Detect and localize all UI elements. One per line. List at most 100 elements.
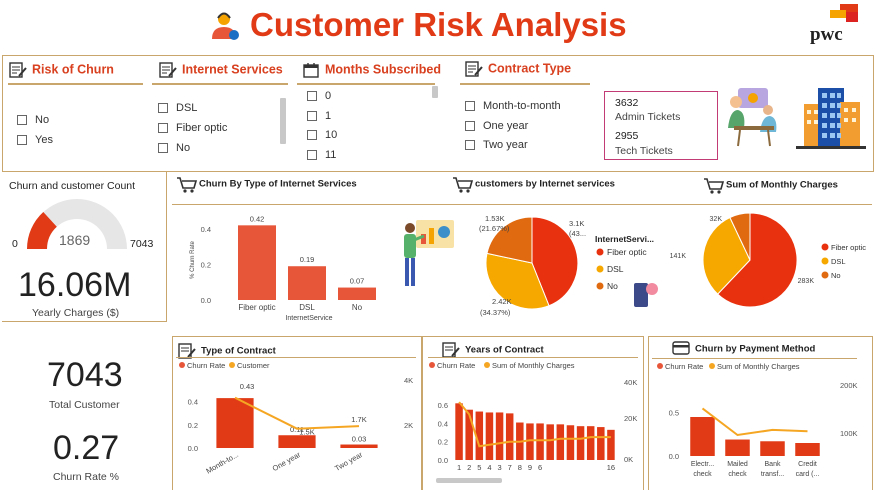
checkbox[interactable] xyxy=(158,103,168,113)
bar xyxy=(586,426,595,460)
x-axis-label: InternetService xyxy=(285,315,332,322)
x-tick-label: One year xyxy=(271,450,303,473)
slicer-option-two-year[interactable]: Two year xyxy=(465,139,528,151)
legend-marker xyxy=(821,243,829,251)
legend-marker xyxy=(709,363,715,369)
pwc-logo: pwc xyxy=(806,4,862,45)
slicer-option-yes[interactable]: Yes xyxy=(17,134,53,146)
header-icon xyxy=(208,9,240,41)
y-tick-label: 0.2 xyxy=(188,421,198,430)
total-customer-value: 7043 xyxy=(47,356,123,394)
checkbox[interactable] xyxy=(307,111,317,121)
checkbox[interactable] xyxy=(17,115,27,125)
slicer-option-monthly[interactable]: Month-to-month xyxy=(465,100,561,112)
bar xyxy=(725,439,750,456)
legend-label: Churn Rate xyxy=(665,362,703,371)
cart-icon xyxy=(176,176,198,193)
x-tick-label: Fiber optic xyxy=(238,303,275,312)
slicer-months-scrollbar[interactable] xyxy=(432,86,438,98)
x-tick-label: Two year xyxy=(333,450,364,473)
slicer-internet-scrollbar[interactable] xyxy=(280,98,286,144)
edit-note-icon xyxy=(442,342,460,358)
legend-marker xyxy=(821,271,829,279)
bar xyxy=(216,398,254,448)
slicer-option-fiber[interactable]: Fiber optic xyxy=(158,122,227,134)
bar xyxy=(505,413,514,460)
bar xyxy=(597,427,605,460)
tickets-card: 3632 Admin Tickets 2955 Tech Tickets xyxy=(604,91,718,160)
x-tick-label: 1 xyxy=(457,463,461,472)
yearly-charges-label: Yearly Charges ($) xyxy=(32,307,120,319)
edit-note-icon xyxy=(159,62,177,78)
chart-title-churn-internet: Churn By Type of Internet Services xyxy=(176,176,357,193)
x-tick-label: 8 xyxy=(518,463,522,472)
x-tick-label: 9 xyxy=(528,463,532,472)
years-contract-scrollbar[interactable] xyxy=(436,478,502,483)
slicer-option-month-10[interactable]: 10 xyxy=(307,129,337,141)
legend-label: Sum of Monthly Charges xyxy=(717,362,800,371)
gauge-value: 1869 xyxy=(59,232,91,248)
x-tick-label: Bank xyxy=(765,461,781,468)
slicer-option-month-0[interactable]: 0 xyxy=(307,90,331,102)
chart-title-payment-method: Churn by Payment Method xyxy=(672,341,815,357)
slicer-option-one-year[interactable]: One year xyxy=(465,120,528,132)
slicer-option-month-11[interactable]: 11 xyxy=(307,149,336,161)
bar xyxy=(278,435,316,448)
pie-label: 32K xyxy=(710,216,723,223)
page-title: Customer Risk Analysis xyxy=(250,6,627,43)
chart-years-contract: Churn Rate Sum of Monthly Charges 0.0 0.2 0.… xyxy=(429,361,637,472)
legend-label: DSL xyxy=(831,257,846,266)
slicer-option-dsl[interactable]: DSL xyxy=(158,102,197,114)
slicer-internet-title: Internet Services xyxy=(159,62,283,78)
phone-illustration xyxy=(634,283,648,307)
data-label: 0.42 xyxy=(250,214,265,223)
admin-tickets-value: 3632 xyxy=(615,97,639,109)
legend-marker xyxy=(179,362,185,368)
x-tick-label: check xyxy=(728,471,747,478)
y-axis-label: % Churn Rate xyxy=(190,240,196,278)
x-tick-label: Month-to... xyxy=(204,450,240,476)
checkbox[interactable] xyxy=(465,140,475,150)
legend-marker xyxy=(429,362,435,368)
checkbox[interactable] xyxy=(307,150,317,160)
bar xyxy=(485,412,494,460)
legend-marker xyxy=(821,257,829,265)
y-tick-label: 0.4 xyxy=(201,225,211,234)
bar xyxy=(760,441,785,456)
bar xyxy=(495,412,504,460)
bar xyxy=(340,444,378,448)
line-label: 1.7K xyxy=(351,415,366,424)
checkbox[interactable] xyxy=(158,143,168,153)
slicer-months-title: Months Subscribed xyxy=(302,62,441,78)
checkbox[interactable] xyxy=(17,135,27,145)
checkbox[interactable] xyxy=(465,101,475,111)
pie-label: 1.53K xyxy=(485,214,505,223)
checkbox[interactable] xyxy=(158,123,168,133)
slicer-option-none[interactable]: No xyxy=(158,142,190,154)
legend-marker xyxy=(596,265,604,273)
bar xyxy=(238,225,276,300)
bar xyxy=(546,424,554,460)
x-tick-label: DSL xyxy=(299,303,315,312)
data-label: 0.19 xyxy=(300,255,315,264)
checkbox[interactable] xyxy=(307,130,317,140)
y-tick-label: 0.4 xyxy=(188,398,198,407)
slicer-option-month-1[interactable]: 1 xyxy=(307,110,331,122)
churn-rate-value: 0.27 xyxy=(53,429,120,467)
gauge-min: 0 xyxy=(12,238,18,250)
checkbox[interactable] xyxy=(307,91,317,101)
x-tick-label: 3 xyxy=(497,463,501,472)
bar xyxy=(576,426,585,460)
pie-label: (43... xyxy=(569,229,586,238)
bar xyxy=(455,403,463,460)
slicer-option-no[interactable]: No xyxy=(17,114,49,126)
checkbox[interactable] xyxy=(465,121,475,131)
legend-label: Sum of Monthly Charges xyxy=(492,361,575,370)
data-label: 0.03 xyxy=(352,435,367,444)
analyst-illustration xyxy=(398,214,458,290)
chart-monthly-charges: 283K 141K 32K Fiber optic DSL No xyxy=(670,212,866,308)
churn-rate-label: Churn Rate % xyxy=(53,471,119,483)
x-tick-label: No xyxy=(352,303,363,312)
line-label: 1.5K xyxy=(299,428,314,437)
x-tick-label: 7 xyxy=(508,463,512,472)
